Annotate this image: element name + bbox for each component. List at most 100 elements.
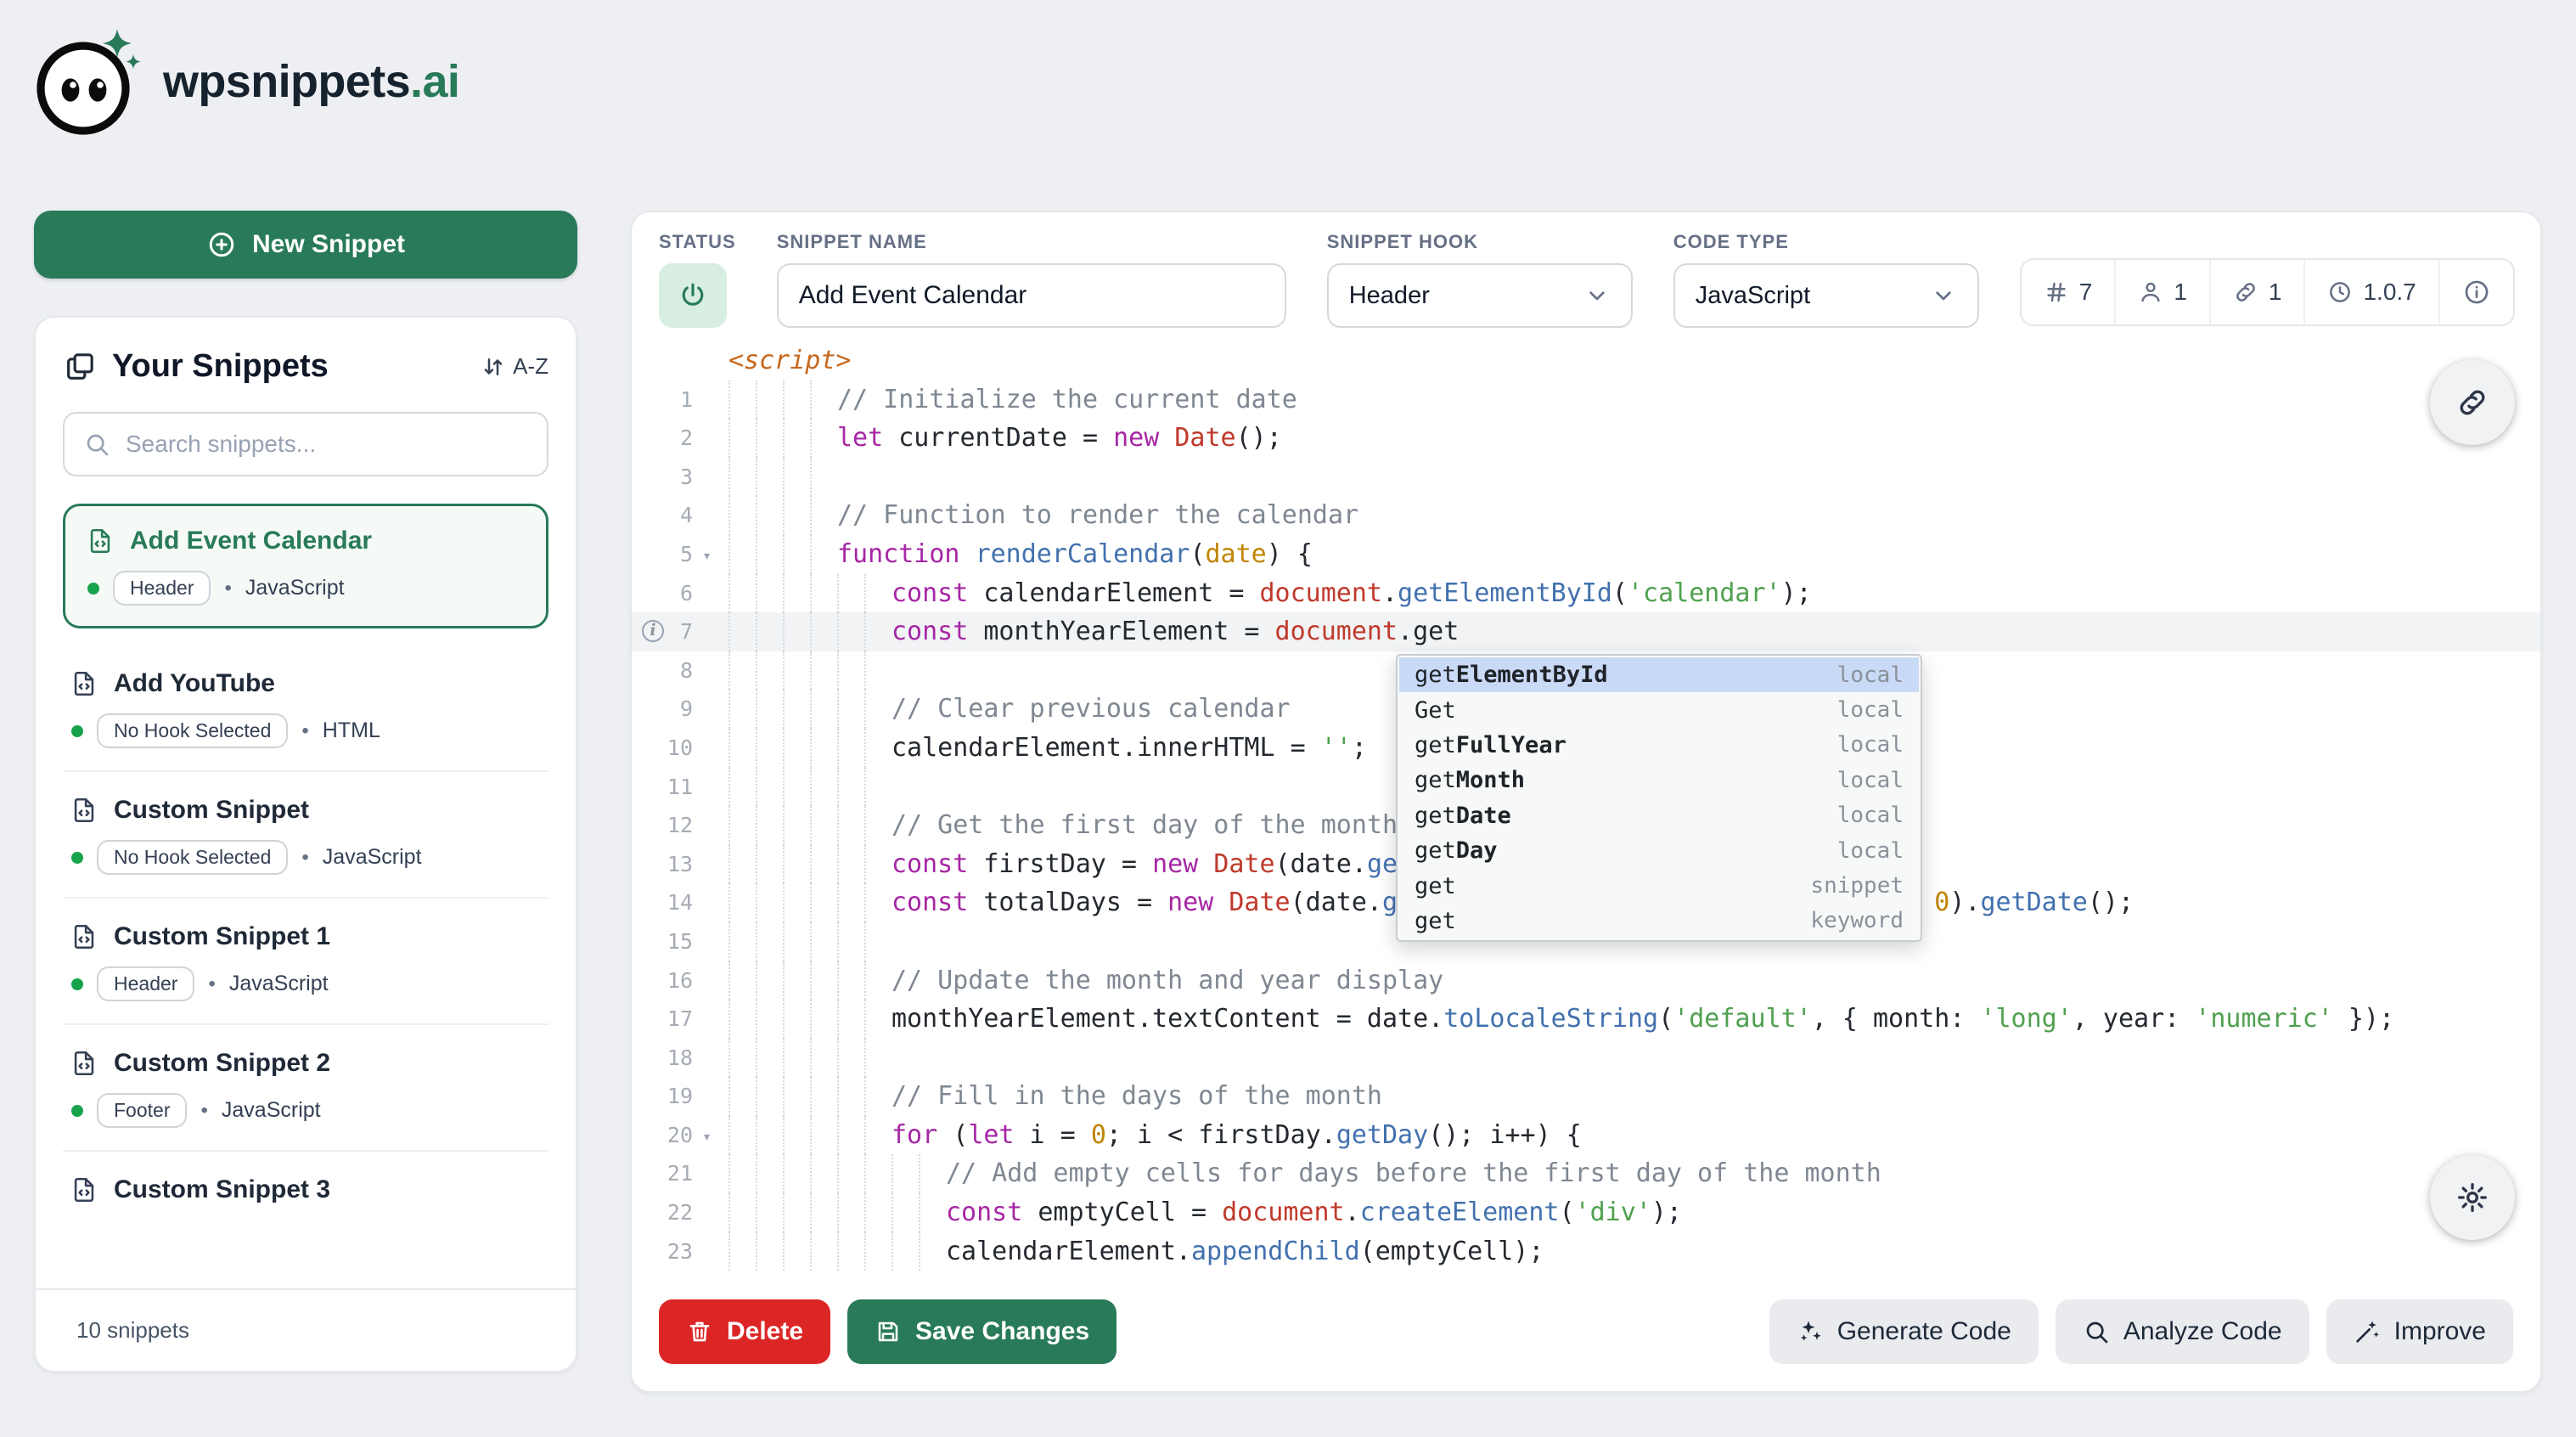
plus-circle-icon — [206, 229, 237, 260]
code-line[interactable]: 3 — [632, 458, 2540, 497]
brand-logo-icon — [34, 25, 143, 138]
line-number: 14 — [667, 890, 693, 915]
delete-button[interactable]: Delete — [659, 1299, 830, 1364]
generate-code-button[interactable]: Generate Code — [1769, 1299, 2039, 1364]
indent-guide — [891, 1232, 919, 1271]
snippet-list-item[interactable]: Custom Snippet 2Footer•JavaScript — [63, 1025, 548, 1152]
autocomplete-item[interactable]: getkeyword — [1399, 904, 1919, 938]
autocomplete-item[interactable]: getDaylocal — [1399, 833, 1919, 868]
panel-header: Your Snippets A-Z — [63, 348, 548, 385]
code-tokens: let currentDate = new Date(); — [837, 419, 1282, 458]
analyze-code-button[interactable]: Analyze Code — [2056, 1299, 2309, 1364]
completion-text: getDate — [1415, 803, 1511, 829]
snippet-list-item[interactable]: Add YouTubeNo Hook Selected•HTML — [63, 645, 548, 772]
info-icon[interactable] — [2462, 278, 2491, 307]
code-editor[interactable]: <script>1// Initialize the current date2… — [632, 341, 2540, 1271]
version-value: 1.0.7 — [2363, 279, 2416, 306]
search-input[interactable] — [63, 412, 548, 476]
code-line[interactable]: <script> — [632, 341, 2540, 380]
hook-badge: No Hook Selected — [97, 840, 288, 875]
snippet-item-header: Add Event Calendar — [86, 527, 526, 555]
line-number: 8 — [680, 658, 693, 683]
status-toggle-button[interactable] — [659, 263, 727, 328]
code-type-label: JavaScript — [245, 576, 345, 600]
indent-guide — [728, 574, 756, 613]
code-tokens: const emptyCell = document.createElement… — [946, 1193, 1682, 1232]
code-line[interactable]: 23calendarElement.appendChild(emptyCell)… — [632, 1232, 2540, 1271]
completion-kind: local — [1837, 838, 1904, 864]
indent-guide — [810, 419, 837, 458]
snippet-list-item[interactable]: Custom Snippet No Hook Selected•JavaScrip… — [63, 772, 548, 899]
line-number: 7 — [680, 619, 693, 644]
indent-guide — [837, 961, 864, 1000]
indent-guide — [756, 1039, 783, 1078]
code-line[interactable]: 19// Fill in the days of the month — [632, 1077, 2540, 1116]
code-line[interactable]: 6const calendarElement = document.getEle… — [632, 574, 2540, 613]
code-text: // Fill in the days of the month — [728, 1077, 1382, 1116]
new-snippet-button[interactable]: New Snippet — [34, 211, 577, 279]
code-line[interactable]: 18 — [632, 1039, 2540, 1078]
line-gutter: 23 — [632, 1232, 710, 1271]
line-number: 5 — [680, 542, 693, 566]
brand-name: wpsnippets.ai — [163, 55, 459, 108]
autocomplete-item[interactable]: getMonthlocal — [1399, 763, 1919, 797]
indent-guide — [810, 806, 837, 845]
indent-guide — [810, 1154, 837, 1193]
code-line[interactable]: 17monthYearElement.textContent = date.to… — [632, 1000, 2540, 1039]
improve-button[interactable]: Improve — [2326, 1299, 2513, 1364]
code-file-icon — [70, 1049, 98, 1078]
code-line[interactable]: 22const emptyCell = document.createEleme… — [632, 1193, 2540, 1232]
line-gutter: 2 — [632, 419, 710, 458]
autocomplete-item[interactable]: Getlocal — [1399, 692, 1919, 727]
code-line[interactable]: 2 let currentDate = new Date(); — [632, 419, 2540, 458]
indent-guide — [919, 1232, 946, 1271]
code-line[interactable]: 1// Initialize the current date — [632, 380, 2540, 420]
indent-guide — [864, 1154, 891, 1193]
code-line[interactable]: i7const monthYearElement = document.get — [632, 612, 2540, 651]
status-dot — [71, 852, 83, 864]
fold-arrow-icon[interactable]: ▾ — [702, 1118, 711, 1157]
indent-guide — [756, 1232, 783, 1271]
code-line[interactable]: 16// Update the month and year display — [632, 961, 2540, 1000]
completion-kind: snippet — [1810, 873, 1904, 899]
editor-settings-button[interactable] — [2430, 1155, 2515, 1240]
completion-kind: local — [1837, 697, 1904, 723]
indent-guide — [783, 806, 810, 845]
save-label: Save Changes — [915, 1317, 1089, 1346]
autocomplete-item[interactable]: getsnippet — [1399, 868, 1919, 903]
indent-guide — [728, 1154, 756, 1193]
code-text: const calendarElement = document.getElem… — [728, 574, 1812, 613]
indent-guide — [810, 612, 837, 651]
app-header: wpsnippets.ai — [0, 0, 2576, 153]
indent-guide — [837, 845, 864, 884]
copy-link-button[interactable] — [2430, 360, 2515, 445]
snippet-name: Custom Snippet — [114, 796, 309, 825]
snippet-hook-select[interactable]: Header — [1327, 263, 1633, 328]
snippet-list-item[interactable]: Custom Snippet 1Header•JavaScript — [63, 899, 548, 1025]
indent-guide — [783, 1039, 810, 1078]
code-text: let currentDate = new Date(); — [728, 419, 1282, 458]
code-line[interactable]: 5▾function renderCalendar(date) { — [632, 535, 2540, 574]
sort-button[interactable]: A-Z — [481, 353, 548, 380]
snippet-item-meta: No Hook Selected•JavaScript — [70, 840, 542, 875]
indent-guide — [756, 1077, 783, 1116]
status-dot — [71, 1105, 83, 1117]
autocomplete-item[interactable]: getFullYearlocal — [1399, 728, 1919, 763]
code-line[interactable]: 20▾for (let i = 0; i < firstDay.getDay()… — [632, 1116, 2540, 1155]
code-type-select[interactable]: JavaScript — [1673, 263, 1979, 328]
code-line[interactable]: 4// Function to render the calendar — [632, 496, 2540, 535]
save-icon — [875, 1318, 902, 1345]
indent-guide — [756, 574, 783, 613]
line-number: 12 — [667, 813, 693, 837]
snippet-list-item[interactable]: Custom Snippet 3 — [63, 1152, 548, 1226]
autocomplete-item[interactable]: getDatelocal — [1399, 798, 1919, 833]
autocomplete-item[interactable]: getElementByIdlocal — [1399, 657, 1919, 692]
indent-guide — [728, 922, 756, 961]
save-changes-button[interactable]: Save Changes — [847, 1299, 1116, 1364]
snippet-name-input[interactable] — [777, 263, 1286, 328]
indent-guide — [864, 845, 891, 884]
code-line[interactable]: 21// Add empty cells for days before the… — [632, 1154, 2540, 1193]
fold-arrow-icon[interactable]: ▾ — [702, 537, 711, 576]
snippet-list-item[interactable]: Add Event CalendarHeader•JavaScript — [63, 504, 548, 628]
indent-guide — [837, 1193, 864, 1232]
